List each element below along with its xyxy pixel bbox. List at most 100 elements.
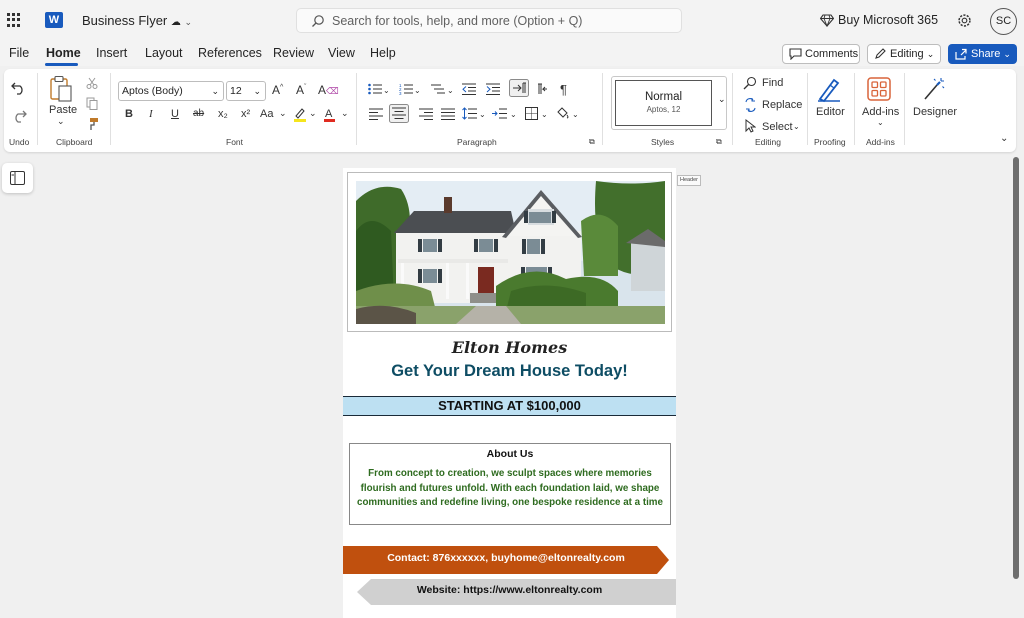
underline-button[interactable]: U	[171, 108, 179, 120]
price-banner[interactable]: STARTING AT $100,000	[343, 396, 676, 416]
shading-icon[interactable]	[556, 106, 570, 121]
subscript-button[interactable]: x₂	[218, 108, 228, 120]
paste-icon[interactable]	[49, 75, 73, 103]
divider	[904, 73, 905, 145]
active-tab-indicator	[45, 63, 78, 66]
editor-icon[interactable]	[816, 77, 842, 103]
undo-icon[interactable]	[11, 81, 27, 95]
ribbon-collapse-chevron-icon[interactable]: ⌄	[1000, 133, 1008, 144]
tab-help[interactable]: Help	[370, 46, 396, 60]
dialog-launcher-icon[interactable]: ⧉	[589, 137, 595, 147]
chevron-down-icon[interactable]: ⌄	[414, 86, 421, 95]
chevron-down-icon[interactable]: ⌄	[793, 122, 800, 131]
divider	[37, 73, 38, 145]
tab-layout[interactable]: Layout	[145, 46, 183, 60]
avatar[interactable]: SC	[990, 8, 1017, 35]
italic-button[interactable]: I	[149, 108, 153, 120]
app-launcher-icon[interactable]	[7, 13, 21, 27]
editor-button[interactable]: Editor	[816, 106, 845, 118]
add-ins-button[interactable]: Add-ins	[862, 106, 899, 118]
designer-icon[interactable]	[922, 77, 946, 101]
chevron-down-icon[interactable]: ⌄	[57, 116, 65, 127]
clear-formatting-icon[interactable]: A⌫	[318, 83, 339, 97]
chevron-down-icon[interactable]: ⌄	[383, 86, 390, 95]
bullets-icon[interactable]	[368, 83, 382, 95]
divider	[732, 73, 733, 145]
chevron-down-icon[interactable]: ⌄	[479, 110, 486, 119]
superscript-button[interactable]: x²	[241, 108, 250, 120]
highlighter-icon[interactable]	[293, 107, 307, 122]
chevron-down-icon[interactable]: ⌄	[572, 110, 579, 119]
styles-gallery[interactable]: Normal Aptos, 12 ⌄	[611, 76, 727, 130]
font-color-icon[interactable]: A	[323, 106, 336, 122]
align-left-icon[interactable]	[369, 108, 383, 120]
gear-icon[interactable]	[957, 13, 972, 28]
headline[interactable]: Get Your Dream House Today!	[343, 362, 676, 381]
align-center-icon[interactable]	[389, 104, 409, 123]
increase-indent-icon[interactable]	[486, 83, 500, 95]
paste-button[interactable]: Paste	[49, 104, 77, 116]
multilevel-list-icon[interactable]	[431, 83, 445, 95]
editing-mode-button[interactable]: Editing ⌄	[867, 44, 941, 64]
borders-icon[interactable]	[525, 107, 538, 120]
chevron-down-icon[interactable]: ⌄	[341, 108, 349, 119]
chevron-down-icon[interactable]: ⌄	[541, 110, 548, 119]
find-button[interactable]: Find	[762, 77, 783, 89]
contact-banner[interactable]: Contact: 876xxxxxx, buyhome@eltonrealty.…	[343, 552, 669, 564]
tab-view[interactable]: View	[328, 46, 355, 60]
tab-references[interactable]: References	[198, 46, 262, 60]
navigation-pane-button[interactable]	[2, 163, 33, 193]
increase-font-size-icon[interactable]: A^	[272, 83, 283, 97]
format-painter-icon[interactable]	[85, 117, 99, 131]
search-input[interactable]: Search for tools, help, and more (Option…	[296, 8, 682, 33]
select-button[interactable]: Select	[762, 121, 793, 133]
cloud-saved-icon: ☁	[170, 17, 181, 28]
svg-text:A: A	[325, 108, 333, 120]
document-page[interactable]: Elton Homes Get Your Dream House Today! …	[343, 168, 676, 618]
decrease-font-size-icon[interactable]: Aˇ	[296, 83, 306, 97]
rtl-text-direction-icon[interactable]	[534, 83, 548, 95]
font-name-select[interactable]: Aptos (Body) ⌄	[118, 81, 224, 101]
tab-insert[interactable]: Insert	[96, 46, 127, 60]
style-normal[interactable]: Normal Aptos, 12	[615, 80, 712, 126]
add-ins-icon[interactable]	[867, 77, 891, 101]
chevron-down-icon[interactable]: ⌄	[877, 118, 884, 127]
tab-home[interactable]: Home	[46, 46, 81, 60]
align-right-icon[interactable]	[419, 108, 433, 120]
justify-icon[interactable]	[441, 108, 455, 120]
chevron-down-icon[interactable]: ⌄	[309, 108, 317, 119]
chevron-down-icon[interactable]: ⌄	[510, 110, 517, 119]
chevron-down-icon[interactable]: ⌄	[447, 86, 454, 95]
copy-icon[interactable]	[86, 97, 98, 110]
about-us-box[interactable]: About Us From concept to creation, we sc…	[349, 443, 671, 525]
numbering-icon[interactable]: 123	[399, 83, 413, 95]
designer-button[interactable]: Designer	[913, 106, 957, 118]
bold-button[interactable]: B	[125, 108, 133, 120]
comments-button[interactable]: Comments	[782, 44, 860, 64]
vertical-scrollbar[interactable]	[1013, 157, 1019, 579]
divider	[110, 73, 111, 145]
ltr-text-direction-icon[interactable]	[509, 79, 529, 97]
share-button[interactable]: Share ⌄	[948, 44, 1017, 64]
tab-review[interactable]: Review	[273, 46, 314, 60]
replace-button[interactable]: Replace	[762, 99, 802, 111]
decrease-indent-icon[interactable]	[462, 83, 476, 95]
cut-icon[interactable]	[86, 77, 98, 89]
buy-microsoft-365-link[interactable]: Buy Microsoft 365	[838, 13, 938, 27]
website-banner[interactable]: Website: https://www.eltonrealty.com	[357, 584, 662, 596]
house-photo[interactable]	[347, 172, 672, 332]
chevron-down-icon[interactable]: ⌄	[718, 94, 726, 105]
strikethrough-button[interactable]: ab	[193, 108, 204, 119]
proofing-group-label: Proofing	[814, 137, 846, 147]
paragraph-spacing-icon[interactable]	[492, 107, 507, 120]
tab-file[interactable]: File	[9, 46, 29, 60]
show-formatting-marks-icon[interactable]: ¶	[560, 82, 567, 97]
change-case-button[interactable]: Aa	[260, 108, 273, 120]
company-name[interactable]: Elton Homes	[343, 338, 676, 357]
line-spacing-icon[interactable]	[462, 107, 477, 120]
chevron-down-icon[interactable]: ⌄	[279, 108, 287, 119]
font-size-select[interactable]: 12 ⌄	[226, 81, 266, 101]
redo-icon[interactable]	[11, 109, 27, 123]
document-title[interactable]: Business Flyer ☁ ⌄	[82, 13, 192, 28]
dialog-launcher-icon[interactable]: ⧉	[716, 137, 722, 147]
